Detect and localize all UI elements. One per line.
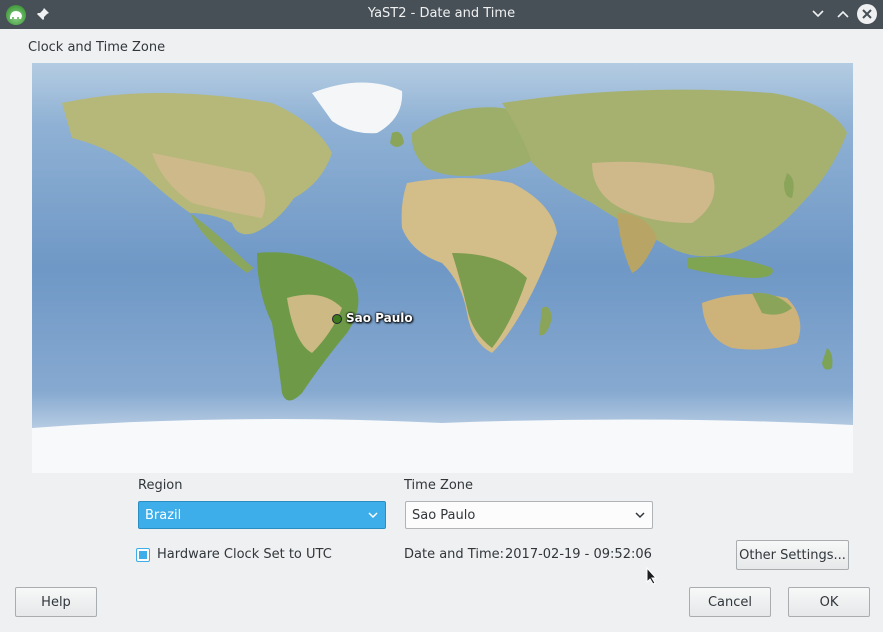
maximize-button[interactable] — [833, 4, 853, 24]
close-icon — [862, 9, 872, 19]
chevron-down-icon — [635, 512, 645, 519]
region-select-value: Brazil — [145, 507, 182, 523]
chevron-down-icon — [368, 512, 378, 519]
section-title: Clock and Time Zone — [28, 40, 166, 55]
selected-city-marker — [332, 314, 342, 324]
cancel-button[interactable]: Cancel — [689, 587, 771, 617]
checkbox-checked-indicator — [139, 551, 147, 559]
timezone-select-value: Sao Paulo — [412, 507, 476, 523]
hardware-clock-checkbox[interactable] — [136, 548, 150, 562]
mouse-cursor-icon — [646, 566, 658, 589]
hardware-clock-label[interactable]: Hardware Clock Set to UTC — [157, 547, 332, 562]
selected-city-label: Sao Paulo — [346, 311, 413, 325]
datetime-value: 2017-02-19 - 09:52:06 — [505, 547, 652, 562]
timezone-label: Time Zone — [404, 478, 474, 493]
help-button[interactable]: Help — [15, 587, 97, 617]
datetime-label: Date and Time: — [404, 547, 504, 562]
chevron-up-icon — [837, 10, 849, 18]
window-title: YaST2 - Date and Time — [367, 6, 516, 21]
world-map-graphic — [32, 82, 853, 473]
other-settings-button[interactable]: Other Settings... — [736, 540, 849, 570]
region-label: Region — [138, 478, 183, 493]
chevron-down-icon — [812, 10, 824, 18]
world-map[interactable]: Sao Paulo — [32, 63, 853, 473]
region-select[interactable]: Brazil — [138, 501, 386, 529]
timezone-select[interactable]: Sao Paulo — [405, 501, 653, 529]
close-button[interactable] — [857, 4, 877, 24]
minimize-button[interactable] — [808, 4, 828, 24]
ok-button[interactable]: OK — [788, 587, 870, 617]
window-titlebar[interactable]: YaST2 - Date and Time — [0, 0, 883, 29]
